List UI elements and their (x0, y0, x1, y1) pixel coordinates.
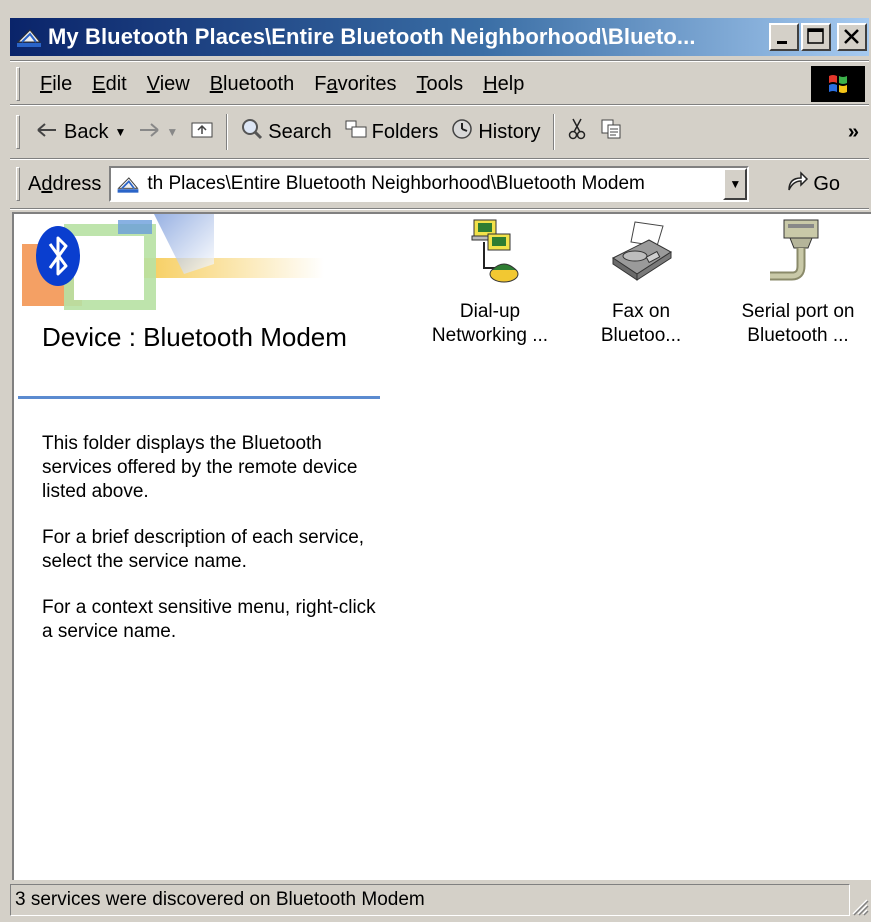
folders-icon (344, 119, 368, 145)
address-field[interactable]: th Places\Entire Bluetooth Neighborhood\… (109, 166, 750, 202)
chevron-down-icon: ▼ (729, 177, 742, 191)
service-label-line: Bluetoo... (600, 325, 682, 346)
service-label-line: Fax on (611, 301, 671, 322)
search-button[interactable]: Search (234, 112, 337, 152)
menu-view[interactable]: View (137, 73, 200, 96)
separator (10, 208, 869, 210)
service-item-dialup-networking[interactable]: Dial-up Networking ... (420, 218, 560, 348)
copy-icon (599, 118, 623, 146)
toolbar-separator (552, 114, 555, 150)
back-arrow-icon (36, 121, 58, 144)
standard-toolbar: Back ▼ ▼ Search Folders History » (10, 108, 871, 156)
status-bar: 3 services were discovered on Bluetooth … (10, 882, 871, 918)
service-label-line: Networking ... (431, 325, 549, 346)
go-arrow-icon (785, 170, 809, 198)
forward-arrow-icon (138, 121, 160, 144)
bluetooth-places-icon (14, 22, 44, 52)
menu-tools[interactable]: Tools (406, 73, 473, 96)
title-bar[interactable]: My Bluetooth Places\Entire Bluetooth Nei… (10, 18, 869, 56)
resize-grip-icon[interactable] (849, 896, 869, 916)
windows-logo-icon (811, 66, 865, 102)
close-button[interactable] (837, 23, 867, 51)
service-label-line: Bluetooth ... (747, 325, 849, 346)
service-item-serial-port[interactable]: Serial port on Bluetooth ... (728, 218, 868, 348)
description-paragraph: This folder displays the Bluetooth servi… (42, 433, 358, 502)
up-folder-icon (190, 119, 214, 145)
forward-button[interactable]: ▼ (132, 112, 184, 152)
separator (10, 158, 869, 160)
toolbar-grip[interactable] (16, 115, 20, 149)
toolbar-grip[interactable] (16, 67, 20, 101)
menu-help[interactable]: Help (473, 73, 534, 96)
address-bar: Address th Places\Entire Bluetooth Neigh… (10, 162, 871, 206)
chevron-down-icon[interactable]: ▼ (166, 125, 178, 139)
go-button[interactable]: Go (785, 170, 840, 198)
back-button[interactable]: Back ▼ (30, 112, 132, 152)
up-folder-button[interactable] (184, 112, 220, 152)
history-button[interactable]: History (444, 112, 546, 152)
scissors-icon (567, 117, 587, 147)
bluetooth-banner-icon (22, 214, 324, 310)
address-dropdown-button[interactable]: ▼ (723, 168, 748, 200)
menu-file[interactable]: File (30, 73, 82, 96)
description-paragraph: For a brief description of each service,… (42, 527, 365, 572)
page-title: Device : Bluetooth Modem (42, 322, 347, 352)
description-paragraph: For a context sensitive menu, right-clic… (42, 597, 376, 642)
status-text: 3 services were discovered on Bluetooth … (10, 884, 850, 916)
bluetooth-places-icon (115, 171, 141, 197)
copy-button[interactable] (593, 112, 629, 152)
menu-edit[interactable]: Edit (82, 73, 136, 96)
folder-view: Device : Bluetooth Modem This folder dis… (12, 212, 871, 880)
menu-favorites[interactable]: Favorites (304, 73, 406, 96)
title-divider (18, 396, 380, 399)
address-input[interactable]: th Places\Entire Bluetooth Neighborhood\… (147, 173, 717, 195)
window-title: My Bluetooth Places\Entire Bluetooth Nei… (48, 24, 696, 49)
search-icon (240, 118, 264, 146)
menu-bluetooth[interactable]: Bluetooth (200, 73, 305, 96)
toolbar-overflow-chevron-icon[interactable]: » (842, 112, 865, 152)
menu-bar: File Edit View Bluetooth Favorites Tools… (10, 64, 871, 104)
toolbar-grip[interactable] (16, 167, 20, 201)
service-item-fax[interactable]: Fax on Bluetoo... (571, 218, 711, 348)
serial-port-icon (762, 218, 834, 294)
minimize-button[interactable] (769, 23, 799, 51)
separator (10, 60, 869, 62)
fax-icon (605, 218, 677, 294)
cut-button[interactable] (561, 112, 593, 152)
history-icon (450, 118, 474, 146)
toolbar-separator (226, 114, 229, 150)
webview-info-panel: Device : Bluetooth Modem This folder dis… (14, 214, 380, 880)
folders-button[interactable]: Folders (338, 112, 445, 152)
service-label-line: Dial-up (459, 301, 521, 322)
dialup-networking-icon (454, 218, 526, 294)
address-label: Address (28, 172, 102, 195)
chevron-down-icon[interactable]: ▼ (114, 125, 126, 139)
maximize-button[interactable] (801, 23, 831, 51)
service-label-line: Serial port on (741, 301, 855, 322)
folder-description: This folder displays the Bluetooth servi… (42, 432, 378, 666)
separator (10, 104, 869, 106)
